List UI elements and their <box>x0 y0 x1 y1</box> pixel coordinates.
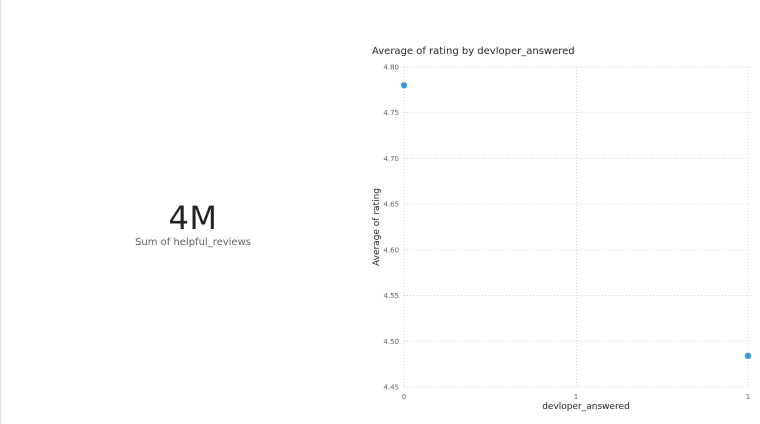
data-point <box>744 352 752 360</box>
data-point <box>400 82 408 89</box>
x-tick-label: 0 <box>402 393 406 401</box>
y-tick-label: 4.50 <box>383 338 399 346</box>
y-tick-label: 4.65 <box>383 201 399 209</box>
y-axis-title: Average of rating <box>372 188 382 266</box>
card-label: Sum of helpful_reviews <box>135 237 251 248</box>
y-tick-label: 4.45 <box>383 384 399 392</box>
canvas-left-border <box>0 0 1 424</box>
y-tick-label: 4.70 <box>383 155 399 163</box>
y-tick-label: 4.75 <box>383 109 399 117</box>
x-axis-title: devloper_answered <box>542 402 630 412</box>
y-tick-label: 4.60 <box>383 246 399 254</box>
y-tick-label: 4.80 <box>383 64 399 72</box>
chart-plot-area: 4.804.754.704.654.604.554.504.450 1 1devlo… <box>372 64 752 412</box>
y-tick-label: 4.55 <box>383 292 399 300</box>
helpful-reviews-card[interactable]: 4M Sum of helpful_reviews <box>90 196 296 256</box>
x-tick-label: 1 <box>574 393 578 401</box>
card-value: 4M <box>168 199 218 237</box>
rating-scatter-chart[interactable]: Average of rating by devloper_answered 4… <box>360 40 760 420</box>
x-tick-label: 1 <box>746 393 750 401</box>
